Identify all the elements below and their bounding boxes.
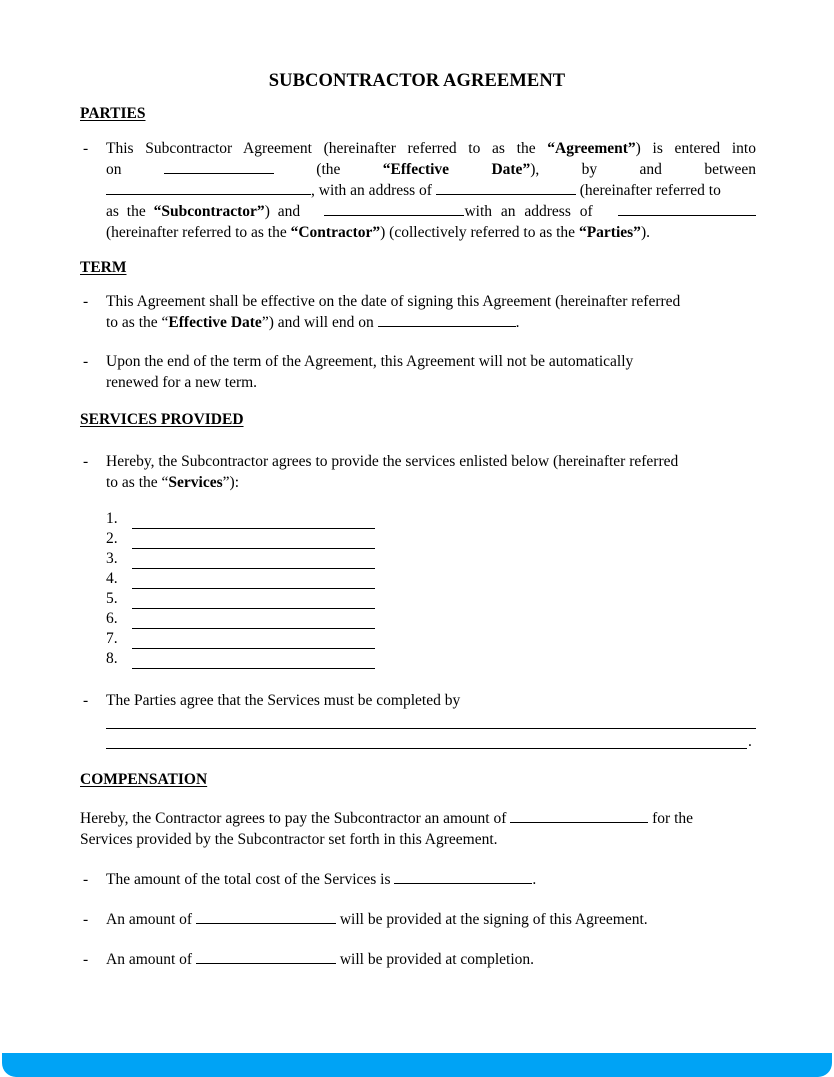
term-bullet-renewal: - Upon the end of the term of the Agreem… (83, 353, 634, 391)
document-page: SUBCONTRACTOR AGREEMENT PARTIES - This S… (0, 0, 834, 1053)
effective-date-blank[interactable] (163, 159, 274, 174)
compensation-bullet-completion: - An amount of will be provided at compl… (83, 949, 534, 968)
service-blank[interactable] (132, 533, 375, 549)
compensation-bullet-total: - The amount of the total cost of the Se… (83, 869, 537, 888)
bullet-dash: - (83, 353, 89, 370)
bullet-dash: - (83, 692, 89, 709)
service-item: 5. (106, 589, 375, 609)
service-item: 1. (106, 509, 375, 529)
service-item: 2. (106, 529, 375, 549)
service-blank[interactable] (132, 633, 375, 649)
service-item: 8. (106, 649, 375, 669)
term-bullet-effective: - This Agreement shall be effective on t… (83, 293, 681, 331)
subcontractor-address-blank[interactable] (435, 180, 576, 195)
service-item: 7. (106, 629, 375, 649)
parties-bullet: - This Subcontractor Agreement (hereinaf… (80, 138, 756, 243)
section-heading-services: SERVICES PROVIDED (80, 411, 244, 428)
document-title: SUBCONTRACTOR AGREEMENT (268, 71, 566, 91)
bullet-dash: - (83, 871, 89, 888)
services-bullet-completion: - The Parties agree that the Services mu… (83, 692, 461, 709)
section-heading-compensation: COMPENSATION (80, 771, 208, 788)
bullet-dash: - (83, 293, 89, 310)
service-blank[interactable] (132, 573, 375, 589)
footer-accent-bar (2, 1053, 832, 1077)
bullet-dash: - (83, 453, 89, 470)
services-bullet-intro: - Hereby, the Subcontractor agrees to pr… (83, 453, 679, 491)
subcontractor-name-blank[interactable] (106, 180, 311, 195)
service-item: 3. (106, 549, 375, 569)
completion-date-blank-1[interactable] (106, 727, 756, 729)
end-date-blank[interactable] (377, 312, 516, 327)
completion-period: . (748, 733, 752, 750)
service-item: 4. (106, 569, 375, 589)
compensation-bullet-signing: - An amount of will be provided at the s… (83, 909, 648, 928)
signing-amount-blank[interactable] (195, 909, 336, 924)
completion-amount-blank[interactable] (195, 949, 336, 964)
total-cost-blank[interactable] (394, 869, 533, 884)
contractor-address-blank[interactable] (617, 201, 756, 216)
section-heading-parties: PARTIES (80, 105, 146, 122)
service-blank[interactable] (132, 553, 375, 569)
section-heading-term: TERM (80, 259, 127, 276)
service-blank[interactable] (132, 593, 375, 609)
bullet-dash: - (83, 911, 89, 928)
bullet-dash: - (83, 140, 89, 157)
service-item: 6. (106, 609, 375, 629)
completion-date-blank-2[interactable] (106, 747, 747, 749)
service-blank[interactable] (132, 653, 375, 669)
services-list: 1. 2. 3. 4. 5. 6. 7. 8. (106, 509, 375, 669)
contractor-name-blank[interactable] (324, 201, 465, 216)
service-blank[interactable] (132, 613, 375, 629)
bullet-dash: - (83, 951, 89, 968)
compensation-paragraph: Hereby, the Contractor agrees to pay the… (80, 808, 694, 848)
service-blank[interactable] (132, 513, 375, 529)
compensation-amount-blank[interactable] (510, 808, 649, 823)
parties-bullet-text: This Subcontractor Agreement (hereinafte… (106, 140, 756, 241)
